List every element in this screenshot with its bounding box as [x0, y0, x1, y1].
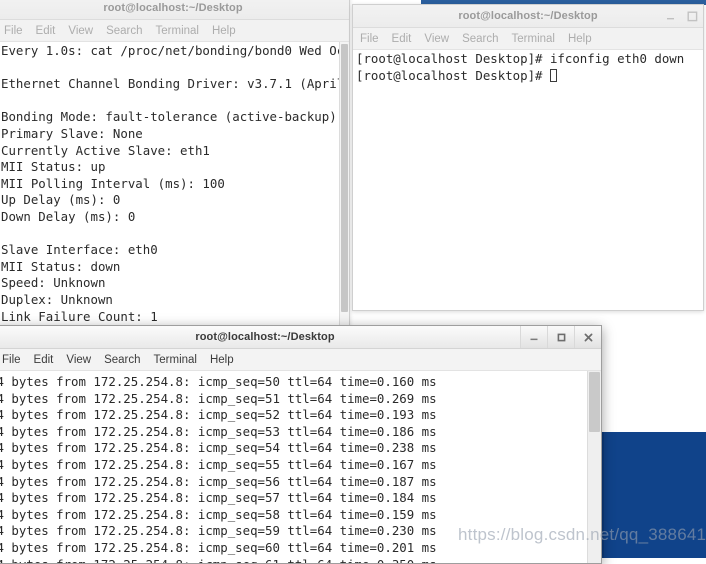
terminal-text: [root@localhost Desktop]# ifconfig eth0 …: [356, 51, 684, 84]
terminal-line: Every 1.0s: cat /proc/net/bonding/bond0 …: [1, 43, 349, 58]
terminal-line: Up Delay (ms): 0: [1, 192, 121, 208]
maximize-icon: [557, 333, 565, 341]
minimize-button[interactable]: [520, 326, 547, 348]
menu-file[interactable]: File: [2, 354, 29, 366]
maximize-button[interactable]: [681, 5, 703, 27]
terminal-line: 64 bytes from 172.25.254.8: icmp_seq=51 …: [0, 390, 437, 406]
menu-help[interactable]: Help: [568, 33, 600, 45]
terminal-line: MII Polling Interval (ms): 100: [1, 175, 225, 191]
terminal-line: 64 bytes from 172.25.254.8: icmp_seq=57 …: [0, 490, 437, 506]
menu-search[interactable]: Search: [106, 25, 150, 37]
terminal-line: Bonding Mode: fault-tolerance (active-ba…: [1, 109, 337, 125]
terminal-output-watch-bond0[interactable]: Every 1.0s: cat /proc/net/bonding/bond0 …: [0, 42, 349, 335]
menu-terminal[interactable]: Terminal: [156, 25, 207, 37]
watermark-text: https://blog.csdn.net/qq_38864155: [458, 525, 706, 544]
window-ifconfig[interactable]: root@localhost:~/Desktop File Edit View …: [352, 4, 704, 311]
menu-terminal[interactable]: Terminal: [154, 354, 205, 366]
scrollbar-watch-bond0[interactable]: [339, 42, 349, 335]
terminal-line: 64 bytes from 172.25.254.8: icmp_seq=53 …: [0, 423, 437, 439]
minimize-icon: [666, 17, 674, 19]
menubar-ifconfig[interactable]: File Edit View Search Terminal Help: [353, 28, 703, 50]
menu-view[interactable]: View: [68, 25, 101, 37]
titlebar-ping[interactable]: root@localhost:~/Desktop: [0, 326, 601, 349]
menu-help[interactable]: Help: [212, 25, 244, 37]
menu-terminal[interactable]: Terminal: [512, 33, 563, 45]
scrollbar-thumb[interactable]: [341, 44, 348, 312]
terminal-line: Ethernet Channel Bonding Driver: v3.7.1 …: [1, 76, 349, 92]
terminal-line: Slave Interface: eth0: [1, 242, 158, 258]
terminal-cursor: [549, 68, 557, 82]
window-title: root@localhost:~/Desktop: [103, 2, 243, 14]
terminal-line: 64 bytes from 172.25.254.8: icmp_seq=54 …: [0, 440, 437, 456]
terminal-line: [root@localhost Desktop]# ifconfig eth0 …: [356, 51, 685, 66]
menu-edit[interactable]: Edit: [392, 33, 420, 45]
terminal-line: 64 bytes from 172.25.254.8: icmp_seq=50 …: [0, 374, 437, 389]
terminal-line: Down Delay (ms): 0: [1, 208, 136, 224]
menubar-watch-bond0[interactable]: File Edit View Search Terminal Help: [0, 20, 349, 42]
terminal-line: MII Status: up: [1, 159, 106, 175]
menu-file[interactable]: File: [4, 25, 31, 37]
menu-view[interactable]: View: [424, 33, 457, 45]
window-title: root@localhost:~/Desktop: [195, 331, 335, 343]
menu-file[interactable]: File: [360, 33, 387, 45]
terminal-line: 64 bytes from 172.25.254.8: icmp_seq=55 …: [0, 456, 437, 472]
menu-edit[interactable]: Edit: [34, 354, 62, 366]
menu-view[interactable]: View: [66, 354, 99, 366]
window-watch-bond0[interactable]: root@localhost:~/Desktop File Edit View …: [0, 0, 350, 336]
menubar-ping[interactable]: File Edit View Search Terminal Help: [0, 349, 601, 371]
maximize-icon: [687, 11, 697, 21]
terminal-line: 64 bytes from 172.25.254.8: icmp_seq=58 …: [0, 506, 437, 522]
terminal-line: MII Status: down: [1, 258, 121, 274]
terminal-line: 64 bytes from 172.25.254.8: icmp_seq=52 …: [0, 407, 437, 423]
terminal-line: 64 bytes from 172.25.254.8: icmp_seq=60 …: [0, 539, 437, 555]
menu-search[interactable]: Search: [104, 354, 148, 366]
terminal-line: [root@localhost Desktop]#: [356, 68, 684, 85]
terminal-line: 64 bytes from 172.25.254.8: icmp_seq=59 …: [0, 523, 437, 539]
terminal-line: Link Failure Count: 1: [1, 308, 158, 324]
terminal-output-ifconfig[interactable]: [root@localhost Desktop]# ifconfig eth0 …: [353, 50, 703, 310]
menu-edit[interactable]: Edit: [36, 25, 64, 37]
window-controls-ifconfig[interactable]: [659, 5, 703, 27]
close-button[interactable]: [574, 326, 601, 348]
terminal-text: 64 bytes from 172.25.254.8: icmp_seq=50 …: [0, 374, 437, 563]
titlebar-ifconfig[interactable]: root@localhost:~/Desktop: [353, 5, 703, 28]
minimize-icon: [530, 338, 538, 341]
menu-search[interactable]: Search: [462, 33, 506, 45]
terminal-line: Speed: Unknown: [1, 275, 106, 291]
scrollbar-thumb[interactable]: [589, 372, 600, 432]
minimize-button[interactable]: [659, 5, 681, 27]
terminal-line: Currently Active Slave: eth1: [1, 142, 210, 158]
maximize-button[interactable]: [547, 326, 574, 348]
terminal-line: Duplex: Unknown: [1, 291, 113, 307]
terminal-line: 64 bytes from 172.25.254.8: icmp_seq=56 …: [0, 473, 437, 489]
terminal-text: Every 1.0s: cat /proc/net/bonding/bond0 …: [1, 43, 349, 335]
close-icon: [584, 333, 592, 341]
window-title: root@localhost:~/Desktop: [458, 10, 598, 22]
titlebar-watch-bond0[interactable]: root@localhost:~/Desktop: [0, 0, 349, 20]
menu-help[interactable]: Help: [210, 354, 242, 366]
terminal-line: Primary Slave: None: [1, 125, 143, 141]
window-controls-ping[interactable]: [520, 326, 601, 348]
